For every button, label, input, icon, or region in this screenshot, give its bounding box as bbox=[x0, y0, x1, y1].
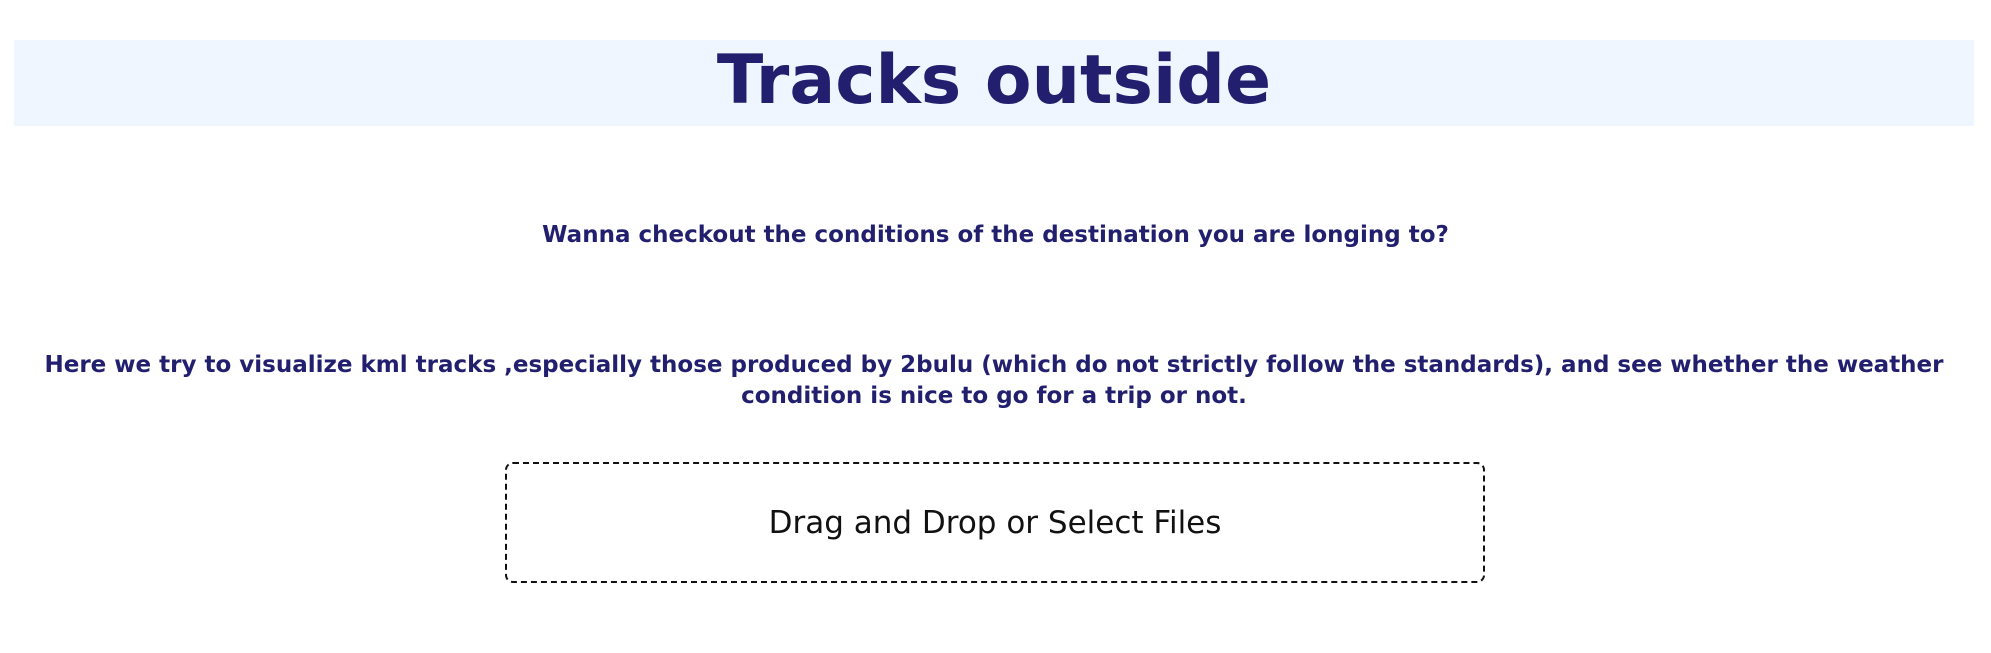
header-bar: Tracks outside bbox=[14, 40, 1974, 126]
intro-description: Here we try to visualize kml tracks ,esp… bbox=[44, 352, 1944, 409]
page: Tracks outside Wanna checkout the condit… bbox=[0, 0, 1991, 653]
intro-subtitle: Wanna checkout the conditions of the des… bbox=[542, 222, 1449, 248]
page-title: Tracks outside bbox=[716, 41, 1272, 120]
file-dropzone[interactable]: Drag and Drop or Select Files bbox=[505, 462, 1485, 583]
dropzone-label: Drag and Drop or Select Files bbox=[768, 504, 1222, 541]
